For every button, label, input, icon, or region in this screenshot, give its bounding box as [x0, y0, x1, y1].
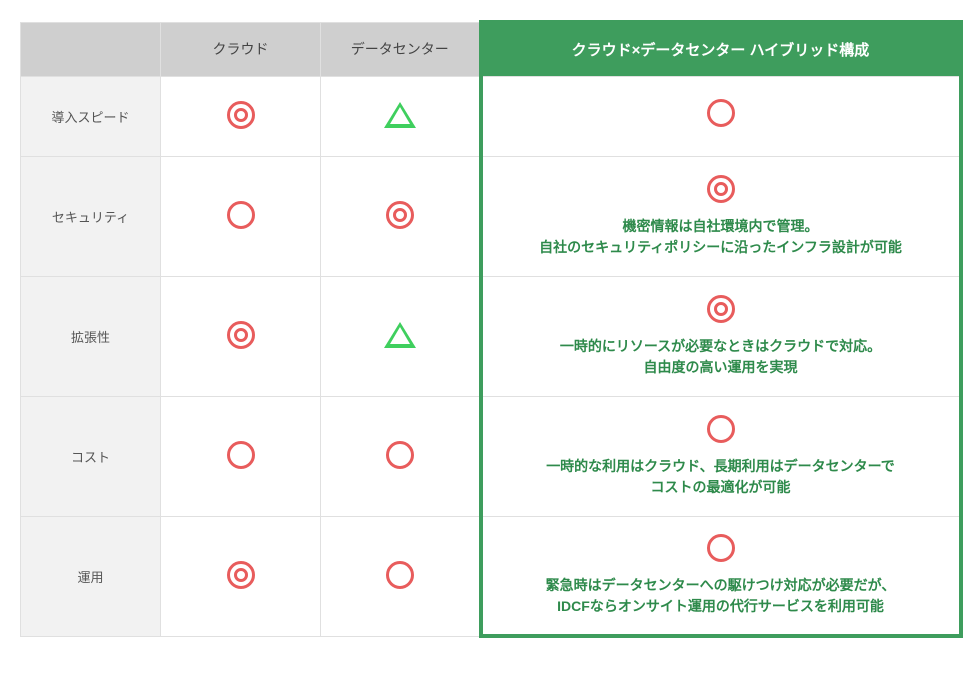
cloud-cell [161, 156, 321, 276]
header-blank [21, 22, 161, 76]
row-label: コスト [21, 396, 161, 516]
hybrid-cell: 一時的にリソースが必要なときはクラウドで対応。自由度の高い運用を実現 [481, 276, 961, 396]
datacenter-triangle-icon [384, 102, 416, 128]
hybrid-cell: 機密情報は自社環境内で管理。自社のセキュリティポリシーに沿ったインフラ設計が可能 [481, 156, 961, 276]
cloud-double-circle-icon [227, 561, 255, 589]
table-row: 運用 緊急時はデータセンターへの駆けつけ対応が必要だが、IDCFならオンサイト運用… [21, 516, 961, 636]
hybrid-circle-icon [707, 415, 735, 443]
header-cloud: クラウド [161, 22, 321, 76]
datacenter-cell [321, 276, 481, 396]
hybrid-circle-icon [707, 99, 735, 127]
row-label: セキュリティ [21, 156, 161, 276]
hybrid-double-circle-icon [707, 175, 735, 203]
header-hybrid: クラウド×データセンター ハイブリッド構成 [481, 22, 961, 76]
datacenter-circle-icon [386, 561, 414, 589]
cloud-cell [161, 516, 321, 636]
table-row: コスト一時的な利用はクラウド、長期利用はデータセンターでコストの最適化が可能 [21, 396, 961, 516]
table-row: セキュリティ機密情報は自社環境内で管理。自社のセキュリティポリシーに沿ったインフ… [21, 156, 961, 276]
cloud-circle-icon [227, 201, 255, 229]
datacenter-circle-icon [386, 441, 414, 469]
header-row: クラウド データセンター クラウド×データセンター ハイブリッド構成 [21, 22, 961, 76]
hybrid-icon-wrap [493, 534, 949, 565]
comparison-table: クラウド データセンター クラウド×データセンター ハイブリッド構成 導入スピー… [20, 20, 963, 638]
datacenter-triangle-icon [384, 322, 416, 348]
hybrid-icon-wrap [493, 175, 949, 206]
hybrid-cell: 一時的な利用はクラウド、長期利用はデータセンターでコストの最適化が可能 [481, 396, 961, 516]
datacenter-cell [321, 156, 481, 276]
hybrid-cell [481, 76, 961, 156]
hybrid-icon-wrap [493, 99, 949, 130]
hybrid-icon-wrap [493, 415, 949, 446]
cloud-circle-icon [227, 441, 255, 469]
datacenter-double-circle-icon [386, 201, 414, 229]
hybrid-description: 機密情報は自社環境内で管理。自社のセキュリティポリシーに沿ったインフラ設計が可能 [493, 216, 949, 258]
cloud-double-circle-icon [227, 321, 255, 349]
hybrid-circle-icon [707, 534, 735, 562]
hybrid-icon-wrap [493, 295, 949, 326]
hybrid-cell: 緊急時はデータセンターへの駆けつけ対応が必要だが、IDCFならオンサイト運用の代… [481, 516, 961, 636]
header-datacenter: データセンター [321, 22, 481, 76]
row-label: 拡張性 [21, 276, 161, 396]
cloud-cell [161, 76, 321, 156]
datacenter-cell [321, 516, 481, 636]
hybrid-description: 緊急時はデータセンターへの駆けつけ対応が必要だが、IDCFならオンサイト運用の代… [493, 575, 949, 617]
row-label: 導入スピード [21, 76, 161, 156]
cloud-cell [161, 276, 321, 396]
table-row: 拡張性一時的にリソースが必要なときはクラウドで対応。自由度の高い運用を実現 [21, 276, 961, 396]
datacenter-cell [321, 396, 481, 516]
cloud-cell [161, 396, 321, 516]
table-row: 導入スピード [21, 76, 961, 156]
row-label: 運用 [21, 516, 161, 636]
hybrid-description: 一時的な利用はクラウド、長期利用はデータセンターでコストの最適化が可能 [493, 456, 949, 498]
datacenter-cell [321, 76, 481, 156]
cloud-double-circle-icon [227, 101, 255, 129]
hybrid-double-circle-icon [707, 295, 735, 323]
hybrid-description: 一時的にリソースが必要なときはクラウドで対応。自由度の高い運用を実現 [493, 336, 949, 378]
